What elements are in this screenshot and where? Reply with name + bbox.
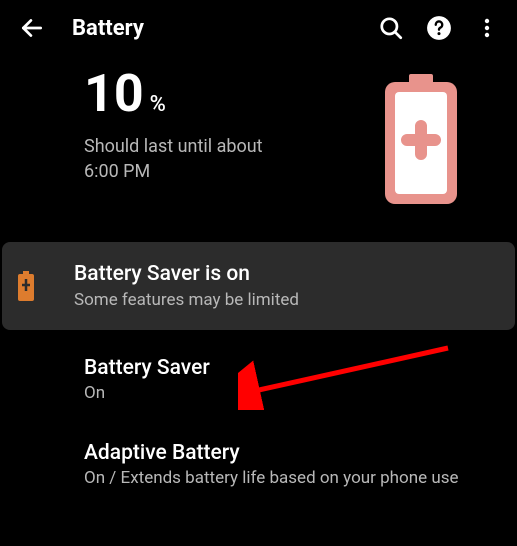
setting-battery-saver-title: Battery Saver (84, 356, 493, 380)
more-vert-icon (475, 16, 499, 40)
battery-estimate: Should last until about 6:00 PM (84, 134, 379, 184)
page-title: Battery (72, 16, 377, 41)
setting-adaptive-subtitle: On / Extends battery life based on your … (84, 467, 493, 490)
notice-title: Battery Saver is on (74, 262, 491, 286)
battery-info: 10 % Should last until about 6:00 PM (84, 68, 379, 184)
battery-medical-icon (379, 74, 463, 204)
search-icon (378, 15, 404, 41)
battery-saver-notice[interactable]: Battery Saver is on Some features may be… (2, 242, 515, 330)
top-actions (377, 14, 501, 42)
setting-battery-saver-subtitle: On (84, 382, 493, 405)
battery-status-header: 10 % Should last until about 6:00 PM (0, 56, 517, 234)
setting-adaptive-title: Adaptive Battery (84, 441, 493, 465)
content: 10 % Should last until about 6:00 PM Bat… (0, 56, 517, 508)
notice-text: Battery Saver is on Some features may be… (74, 262, 491, 310)
battery-percent-value: 10 (84, 68, 144, 120)
notice-subtitle: Some features may be limited (74, 290, 491, 310)
search-button[interactable] (377, 14, 405, 42)
battery-percent-symbol: % (150, 92, 166, 117)
battery-percent: 10 % (84, 68, 379, 120)
setting-battery-saver[interactable]: Battery Saver On (0, 338, 517, 423)
battery-graphic (379, 74, 463, 204)
battery-saver-icon (18, 271, 34, 301)
more-button[interactable] (473, 14, 501, 42)
help-icon (426, 15, 452, 41)
arrow-back-icon (19, 15, 45, 41)
help-button[interactable] (425, 14, 453, 42)
setting-adaptive-battery[interactable]: Adaptive Battery On / Extends battery li… (0, 423, 517, 508)
estimate-line1: Should last until about (84, 134, 379, 159)
top-app-bar: Battery (0, 0, 517, 56)
back-button[interactable] (16, 12, 48, 44)
estimate-line2: 6:00 PM (84, 159, 379, 184)
